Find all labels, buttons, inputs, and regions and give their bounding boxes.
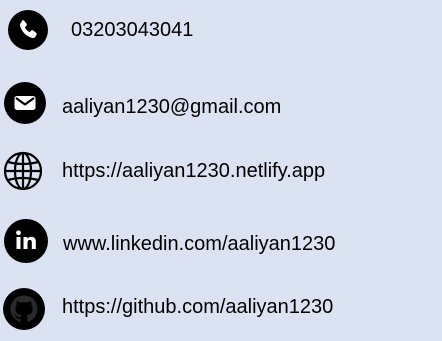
linkedin-icon [4,219,48,263]
contact-row-linkedin: www.linkedin.com/aaliyan1230 [0,219,442,263]
email-link[interactable]: aaliyan1230@gmail.com [62,95,281,119]
linkedin-link[interactable]: www.linkedin.com/aaliyan1230 [63,232,335,256]
phone-icon [8,10,48,50]
contact-list: 03203043041 aaliyan1230@gmail.com https:… [0,0,442,341]
globe-icon [3,151,43,191]
contact-row-email: aaliyan1230@gmail.com [0,82,442,124]
contact-row-website: https://aaliyan1230.netlify.app [0,148,442,191]
contact-row-github: https://github.com/aaliyan1230 [0,285,442,330]
email-icon [4,82,46,124]
phone-number[interactable]: 03203043041 [71,18,193,42]
website-link[interactable]: https://aaliyan1230.netlify.app [62,159,325,183]
github-link[interactable]: https://github.com/aaliyan1230 [62,295,333,319]
github-icon [3,288,45,330]
contact-row-phone: 03203043041 [0,8,442,50]
